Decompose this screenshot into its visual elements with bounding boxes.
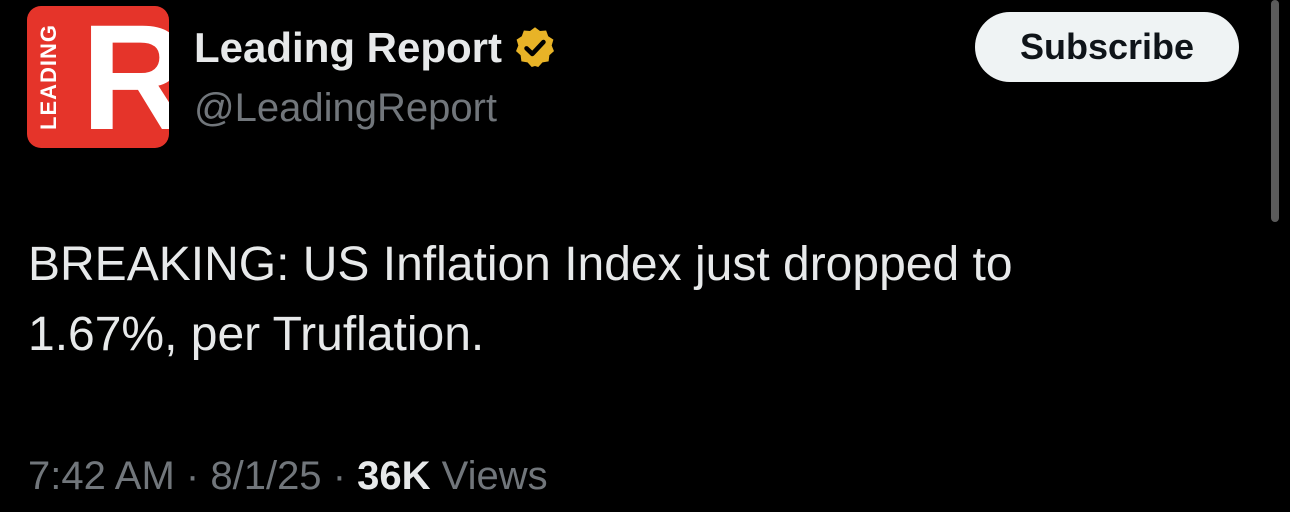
verified-badge-icon	[516, 27, 554, 67]
subscribe-button[interactable]: Subscribe	[975, 12, 1239, 82]
avatar[interactable]: LEADING R	[27, 6, 169, 148]
meta-separator: ·	[332, 454, 347, 498]
tweet-meta: 7:42 AM · 8/1/25 · 36K Views	[28, 450, 548, 502]
tweet-time[interactable]: 7:42 AM	[28, 454, 175, 498]
tweet-date[interactable]: 8/1/25	[210, 454, 321, 498]
views-label: Views	[441, 454, 548, 498]
avatar-logo-letter: R	[81, 6, 169, 148]
account-handle[interactable]: @LeadingReport	[194, 82, 497, 134]
display-name[interactable]: Leading Report	[194, 22, 558, 74]
tweet-text: BREAKING: US Inflation Index just droppe…	[28, 230, 1228, 370]
avatar-logo-side-text: LEADING	[36, 24, 61, 130]
scrollbar[interactable]	[1271, 0, 1279, 222]
display-name-text: Leading Report	[194, 24, 503, 71]
views-count[interactable]: 36K	[357, 454, 430, 498]
tweet-text-line-1: BREAKING: US Inflation Index just droppe…	[28, 238, 1013, 291]
tweet-text-line-2: 1.67%, per Truflation.	[28, 308, 485, 361]
meta-separator: ·	[185, 454, 200, 498]
